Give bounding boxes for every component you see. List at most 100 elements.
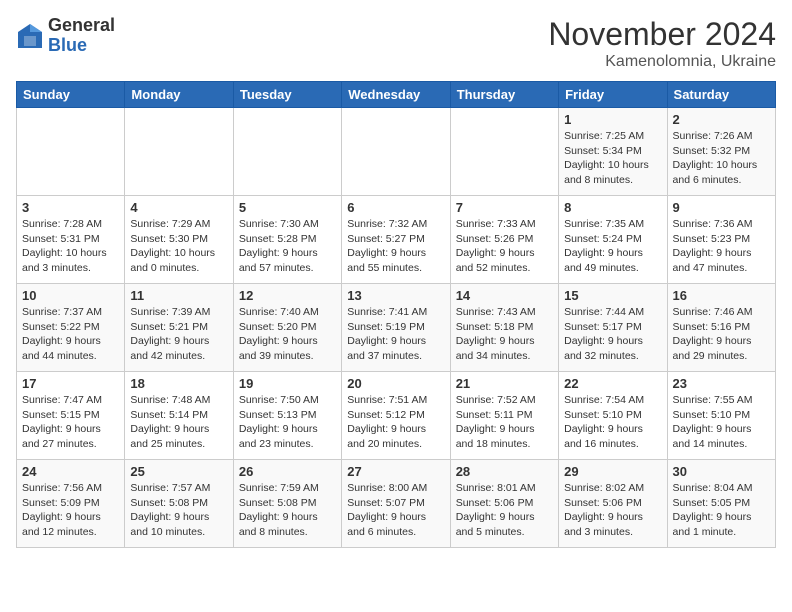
day-cell (125, 108, 233, 196)
day-info: Sunrise: 7:54 AM Sunset: 5:10 PM Dayligh… (564, 393, 661, 452)
day-cell: 3 Sunrise: 7:28 AM Sunset: 5:31 PM Daylig… (17, 196, 125, 284)
day-cell: 18 Sunrise: 7:48 AM Sunset: 5:14 PM Dayli… (125, 372, 233, 460)
logo-general: General (48, 16, 115, 36)
day-info: Sunrise: 7:57 AM Sunset: 5:08 PM Dayligh… (130, 481, 227, 540)
day-cell: 16 Sunrise: 7:46 AM Sunset: 5:16 PM Dayli… (667, 284, 775, 372)
day-number: 24 (22, 464, 119, 479)
day-number: 5 (239, 200, 336, 215)
day-number: 19 (239, 376, 336, 391)
title-area: November 2024 Kamenolomnia, Ukraine (548, 16, 776, 71)
day-cell: 2 Sunrise: 7:26 AM Sunset: 5:32 PM Daylig… (667, 108, 775, 196)
day-info: Sunrise: 7:55 AM Sunset: 5:10 PM Dayligh… (673, 393, 770, 452)
day-number: 23 (673, 376, 770, 391)
day-cell: 4Sunrise: 7:29 AM Sunset: 5:30 PM Daylig… (125, 196, 233, 284)
calendar-body: 1Sunrise: 7:25 AM Sunset: 5:34 PM Daylig… (17, 108, 776, 548)
day-info: Sunrise: 7:41 AM Sunset: 5:19 PM Dayligh… (347, 305, 444, 364)
day-cell: 19 Sunrise: 7:50 AM Sunset: 5:13 PM Dayli… (233, 372, 341, 460)
weekday-header-thursday: Thursday (450, 82, 558, 108)
day-cell: 23 Sunrise: 7:55 AM Sunset: 5:10 PM Dayli… (667, 372, 775, 460)
day-number: 27 (347, 464, 444, 479)
day-cell: 9Sunrise: 7:36 AM Sunset: 5:23 PM Daylig… (667, 196, 775, 284)
day-info: Sunrise: 7:29 AM Sunset: 5:30 PM Dayligh… (130, 217, 227, 276)
day-cell (17, 108, 125, 196)
day-cell: 21 Sunrise: 7:52 AM Sunset: 5:11 PM Dayli… (450, 372, 558, 460)
day-cell: 17 Sunrise: 7:47 AM Sunset: 5:15 PM Dayli… (17, 372, 125, 460)
day-number: 15 (564, 288, 661, 303)
day-cell (450, 108, 558, 196)
day-cell (342, 108, 450, 196)
weekday-header-sunday: Sunday (17, 82, 125, 108)
page-header: General Blue November 2024 Kamenolomnia,… (16, 16, 776, 71)
day-cell: 5 Sunrise: 7:30 AM Sunset: 5:28 PM Daylig… (233, 196, 341, 284)
day-number: 7 (456, 200, 553, 215)
day-number: 2 (673, 112, 770, 127)
day-number: 8 (564, 200, 661, 215)
month-title: November 2024 (548, 16, 776, 53)
day-info: Sunrise: 7:43 AM Sunset: 5:18 PM Dayligh… (456, 305, 553, 364)
day-info: Sunrise: 7:59 AM Sunset: 5:08 PM Dayligh… (239, 481, 336, 540)
day-number: 18 (130, 376, 227, 391)
day-info: Sunrise: 7:35 AM Sunset: 5:24 PM Dayligh… (564, 217, 661, 276)
day-cell: 22Sunrise: 7:54 AM Sunset: 5:10 PM Dayli… (559, 372, 667, 460)
day-info: Sunrise: 8:01 AM Sunset: 5:06 PM Dayligh… (456, 481, 553, 540)
day-info: Sunrise: 7:37 AM Sunset: 5:22 PM Dayligh… (22, 305, 119, 364)
day-info: Sunrise: 7:26 AM Sunset: 5:32 PM Dayligh… (673, 129, 770, 188)
day-info: Sunrise: 7:33 AM Sunset: 5:26 PM Dayligh… (456, 217, 553, 276)
day-cell: 11 Sunrise: 7:39 AM Sunset: 5:21 PM Dayli… (125, 284, 233, 372)
calendar-header: SundayMondayTuesdayWednesdayThursdayFrid… (17, 82, 776, 108)
weekday-header-monday: Monday (125, 82, 233, 108)
day-cell: 12 Sunrise: 7:40 AM Sunset: 5:20 PM Dayli… (233, 284, 341, 372)
day-info: Sunrise: 7:28 AM Sunset: 5:31 PM Dayligh… (22, 217, 119, 276)
day-cell: 14 Sunrise: 7:43 AM Sunset: 5:18 PM Dayli… (450, 284, 558, 372)
day-info: Sunrise: 8:00 AM Sunset: 5:07 PM Dayligh… (347, 481, 444, 540)
day-cell: 28Sunrise: 8:01 AM Sunset: 5:06 PM Dayli… (450, 460, 558, 548)
weekday-header-wednesday: Wednesday (342, 82, 450, 108)
logo-blue: Blue (48, 36, 115, 56)
day-cell: 6 Sunrise: 7:32 AM Sunset: 5:27 PM Daylig… (342, 196, 450, 284)
day-number: 3 (22, 200, 119, 215)
logo: General Blue (16, 16, 115, 56)
week-row-5: 24 Sunrise: 7:56 AM Sunset: 5:09 PM Dayli… (17, 460, 776, 548)
day-cell: 24 Sunrise: 7:56 AM Sunset: 5:09 PM Dayli… (17, 460, 125, 548)
logo-text: General Blue (48, 16, 115, 56)
day-info: Sunrise: 7:30 AM Sunset: 5:28 PM Dayligh… (239, 217, 336, 276)
day-cell: 10 Sunrise: 7:37 AM Sunset: 5:22 PM Dayli… (17, 284, 125, 372)
day-number: 1 (564, 112, 661, 127)
day-cell: 30Sunrise: 8:04 AM Sunset: 5:05 PM Dayli… (667, 460, 775, 548)
day-cell: 25 Sunrise: 7:57 AM Sunset: 5:08 PM Dayli… (125, 460, 233, 548)
day-cell (233, 108, 341, 196)
day-number: 12 (239, 288, 336, 303)
day-info: Sunrise: 7:36 AM Sunset: 5:23 PM Dayligh… (673, 217, 770, 276)
weekday-header-friday: Friday (559, 82, 667, 108)
day-info: Sunrise: 7:48 AM Sunset: 5:14 PM Dayligh… (130, 393, 227, 452)
day-info: Sunrise: 7:46 AM Sunset: 5:16 PM Dayligh… (673, 305, 770, 364)
day-number: 16 (673, 288, 770, 303)
day-cell: 8 Sunrise: 7:35 AM Sunset: 5:24 PM Daylig… (559, 196, 667, 284)
day-info: Sunrise: 7:47 AM Sunset: 5:15 PM Dayligh… (22, 393, 119, 452)
day-info: Sunrise: 7:52 AM Sunset: 5:11 PM Dayligh… (456, 393, 553, 452)
day-info: Sunrise: 7:44 AM Sunset: 5:17 PM Dayligh… (564, 305, 661, 364)
day-info: Sunrise: 8:02 AM Sunset: 5:06 PM Dayligh… (564, 481, 661, 540)
day-number: 20 (347, 376, 444, 391)
day-info: Sunrise: 7:32 AM Sunset: 5:27 PM Dayligh… (347, 217, 444, 276)
day-info: Sunrise: 7:56 AM Sunset: 5:09 PM Dayligh… (22, 481, 119, 540)
day-number: 29 (564, 464, 661, 479)
day-number: 17 (22, 376, 119, 391)
day-number: 13 (347, 288, 444, 303)
day-number: 11 (130, 288, 227, 303)
day-info: Sunrise: 7:39 AM Sunset: 5:21 PM Dayligh… (130, 305, 227, 364)
weekday-row: SundayMondayTuesdayWednesdayThursdayFrid… (17, 82, 776, 108)
day-number: 25 (130, 464, 227, 479)
day-number: 21 (456, 376, 553, 391)
calendar: SundayMondayTuesdayWednesdayThursdayFrid… (16, 81, 776, 548)
day-number: 6 (347, 200, 444, 215)
day-number: 26 (239, 464, 336, 479)
day-info: Sunrise: 7:50 AM Sunset: 5:13 PM Dayligh… (239, 393, 336, 452)
day-cell: 15 Sunrise: 7:44 AM Sunset: 5:17 PM Dayli… (559, 284, 667, 372)
day-number: 14 (456, 288, 553, 303)
day-number: 10 (22, 288, 119, 303)
week-row-1: 1Sunrise: 7:25 AM Sunset: 5:34 PM Daylig… (17, 108, 776, 196)
day-info: Sunrise: 7:40 AM Sunset: 5:20 PM Dayligh… (239, 305, 336, 364)
location: Kamenolomnia, Ukraine (548, 53, 776, 71)
day-cell: 1Sunrise: 7:25 AM Sunset: 5:34 PM Daylig… (559, 108, 667, 196)
